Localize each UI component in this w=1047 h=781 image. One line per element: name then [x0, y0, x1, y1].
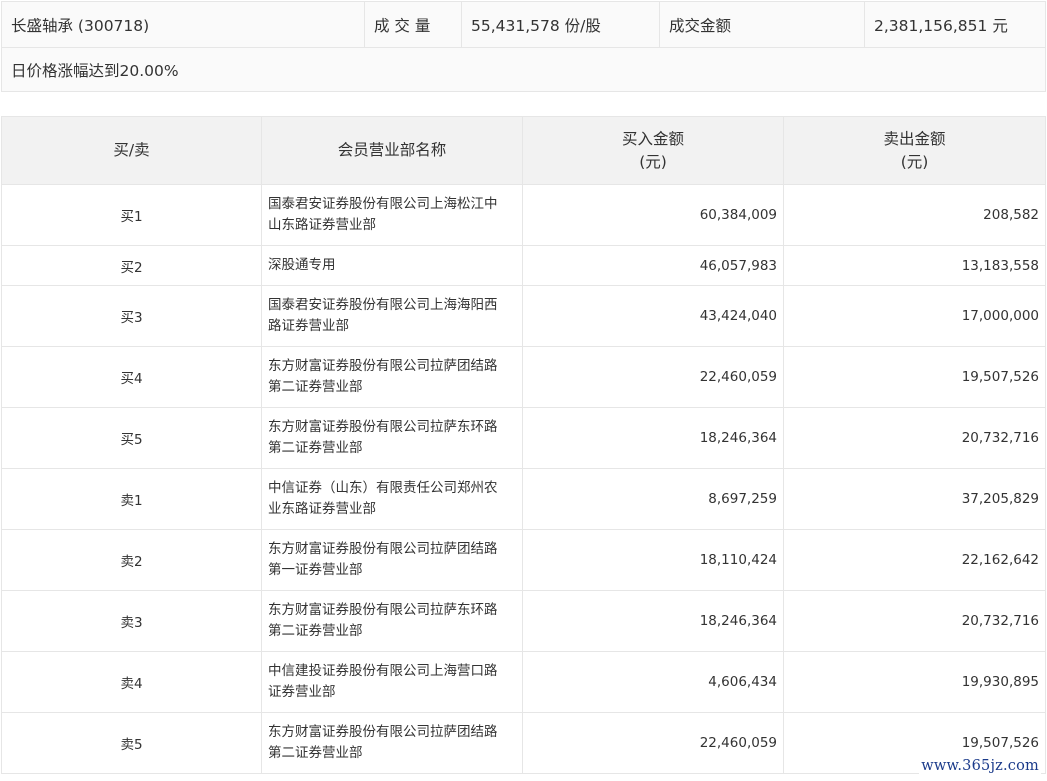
table-header-row: 买/卖 会员营业部名称 买入金额 (元) 卖出金额 (元) — [1, 116, 1046, 185]
row-branch-name: 中信建投证券股份有限公司上海营口路 证券营业部 — [261, 651, 523, 713]
row-sell-amount: 22,162,642 — [783, 529, 1046, 591]
summary-row: 长盛轴承 (300718) 成 交 量 55,431,578 份/股 成交金额 … — [1, 1, 1046, 48]
site-watermark: www.365jz.com — [919, 757, 1041, 775]
row-branch-name-line2: 第二证券营业部 — [268, 379, 363, 395]
table-row: 买2 深股通专用 46,057,983 13,183,558 — [1, 245, 1046, 286]
row-buy-amount: 22,460,059 — [522, 712, 784, 774]
amount-value: 2,381,156,851 元 — [864, 1, 1046, 48]
row-buy-amount: 46,057,983 — [522, 245, 784, 286]
row-branch-name-line1: 东方财富证券股份有限公司拉萨东环路 — [268, 419, 498, 435]
trading-seats-table: 买/卖 会员营业部名称 买入金额 (元) 卖出金额 (元) 买1 国泰君安证券股份… — [1, 116, 1046, 774]
row-buy-amount: 8,697,259 — [522, 468, 784, 530]
header-sell-amount: 卖出金额 (元) — [783, 116, 1046, 185]
row-branch-name-line2: 第二证券营业部 — [268, 745, 363, 761]
row-type: 卖1 — [1, 468, 262, 530]
summary-reason-row: 日价格涨幅达到20.00% — [1, 47, 1046, 92]
amount-label: 成交金额 — [659, 1, 865, 48]
table-row: 买4 东方财富证券股份有限公司拉萨团结路 第二证券营业部 22,460,059 19,5… — [1, 346, 1046, 408]
row-branch-name: 东方财富证券股份有限公司拉萨团结路 第二证券营业部 — [261, 712, 523, 774]
row-branch-name-line1: 深股通专用 — [268, 257, 336, 273]
row-branch-name: 国泰君安证券股份有限公司上海海阳西 路证券营业部 — [261, 285, 523, 347]
row-type: 卖2 — [1, 529, 262, 591]
header-buy-amount: 买入金额 (元) — [522, 116, 784, 185]
header-type: 买/卖 — [1, 116, 262, 185]
row-branch-name: 深股通专用 — [261, 245, 523, 286]
row-branch-name-line2: 证券营业部 — [268, 684, 336, 700]
header-buy-line2: (元) — [639, 152, 667, 171]
header-name: 会员营业部名称 — [261, 116, 523, 185]
row-branch-name-line1: 中信建投证券股份有限公司上海营口路 — [268, 663, 498, 679]
row-type: 买1 — [1, 184, 262, 246]
row-branch-name: 东方财富证券股份有限公司拉萨东环路 第二证券营业部 — [261, 590, 523, 652]
header-sell-line2: (元) — [900, 152, 929, 171]
volume-label: 成 交 量 — [364, 1, 462, 48]
row-type: 卖4 — [1, 651, 262, 713]
row-sell-amount: 20,732,716 — [783, 590, 1046, 652]
row-sell-amount: 208,582 — [783, 184, 1046, 246]
stock-summary-table: 长盛轴承 (300718) 成 交 量 55,431,578 份/股 成交金额 … — [1, 1, 1046, 92]
table-row: 买1 国泰君安证券股份有限公司上海松江中 山东路证券营业部 60,384,009 208… — [1, 184, 1046, 246]
table-row: 买3 国泰君安证券股份有限公司上海海阳西 路证券营业部 43,424,040 17,00… — [1, 285, 1046, 347]
listing-reason: 日价格涨幅达到20.00% — [1, 47, 1046, 92]
row-buy-amount: 18,246,364 — [522, 590, 784, 652]
row-branch-name-line1: 东方财富证券股份有限公司拉萨团结路 — [268, 541, 498, 557]
row-branch-name-line2: 第一证券营业部 — [268, 562, 363, 578]
row-branch-name: 东方财富证券股份有限公司拉萨东环路 第二证券营业部 — [261, 407, 523, 469]
header-buy-line1: 买入金额 — [621, 129, 684, 148]
row-sell-amount: 17,000,000 — [783, 285, 1046, 347]
row-branch-name-line2: 业东路证券营业部 — [268, 501, 376, 517]
row-branch-name-line1: 国泰君安证券股份有限公司上海海阳西 — [268, 297, 498, 313]
table-row: 买5 东方财富证券股份有限公司拉萨东环路 第二证券营业部 18,246,364 20,7… — [1, 407, 1046, 469]
row-type: 买2 — [1, 245, 262, 286]
row-buy-amount: 18,110,424 — [522, 529, 784, 591]
row-buy-amount: 60,384,009 — [522, 184, 784, 246]
row-branch-name: 东方财富证券股份有限公司拉萨团结路 第一证券营业部 — [261, 529, 523, 591]
row-buy-amount: 18,246,364 — [522, 407, 784, 469]
row-sell-amount: 19,930,895 — [783, 651, 1046, 713]
row-type: 买3 — [1, 285, 262, 347]
row-branch-name: 国泰君安证券股份有限公司上海松江中 山东路证券营业部 — [261, 184, 523, 246]
row-branch-name-line1: 东方财富证券股份有限公司拉萨东环路 — [268, 602, 498, 618]
row-branch-name: 东方财富证券股份有限公司拉萨团结路 第二证券营业部 — [261, 346, 523, 408]
row-branch-name-line1: 东方财富证券股份有限公司拉萨团结路 — [268, 724, 498, 740]
row-branch-name-line2: 山东路证券营业部 — [268, 217, 376, 233]
row-type: 卖3 — [1, 590, 262, 652]
row-sell-amount: 19,507,526 — [783, 346, 1046, 408]
table-row: 卖3 东方财富证券股份有限公司拉萨东环路 第二证券营业部 18,246,364 20,7… — [1, 590, 1046, 652]
row-branch-name-line1: 国泰君安证券股份有限公司上海松江中 — [268, 196, 498, 212]
table-row: 卖2 东方财富证券股份有限公司拉萨团结路 第一证券营业部 18,110,424 22,1… — [1, 529, 1046, 591]
row-sell-amount: 20,732,716 — [783, 407, 1046, 469]
row-buy-amount: 22,460,059 — [522, 346, 784, 408]
row-type: 卖5 — [1, 712, 262, 774]
table-row: 卖1 中信证券（山东）有限责任公司郑州农 业东路证券营业部 8,697,259 37,2… — [1, 468, 1046, 530]
header-sell-line1: 卖出金额 — [883, 129, 946, 148]
row-type: 买5 — [1, 407, 262, 469]
row-branch-name-line2: 第二证券营业部 — [268, 440, 363, 456]
row-branch-name-line2: 路证券营业部 — [268, 318, 349, 334]
volume-value: 55,431,578 份/股 — [461, 1, 660, 48]
row-sell-amount: 13,183,558 — [783, 245, 1046, 286]
row-branch-name-line2: 第二证券营业部 — [268, 623, 363, 639]
row-branch-name-line1: 东方财富证券股份有限公司拉萨团结路 — [268, 358, 498, 374]
table-row: 卖4 中信建投证券股份有限公司上海营口路 证券营业部 4,606,434 19,930,… — [1, 651, 1046, 713]
row-sell-amount: 37,205,829 — [783, 468, 1046, 530]
row-branch-name: 中信证券（山东）有限责任公司郑州农 业东路证券营业部 — [261, 468, 523, 530]
table-row: 卖5 东方财富证券股份有限公司拉萨团结路 第二证券营业部 22,460,059 19,5… — [1, 712, 1046, 774]
stock-name: 长盛轴承 (300718) — [1, 1, 365, 48]
row-type: 买4 — [1, 346, 262, 408]
row-buy-amount: 4,606,434 — [522, 651, 784, 713]
row-buy-amount: 43,424,040 — [522, 285, 784, 347]
row-branch-name-line1: 中信证券（山东）有限责任公司郑州农 — [268, 480, 498, 496]
